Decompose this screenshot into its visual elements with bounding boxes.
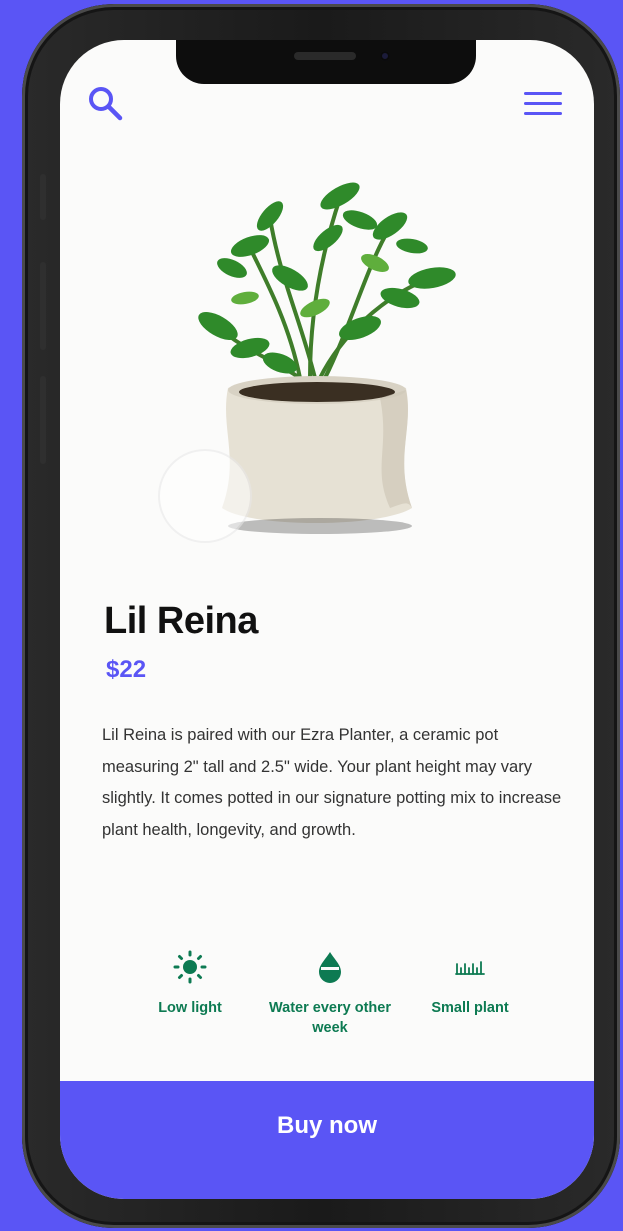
feature-light: Low light (120, 950, 260, 1038)
product-description: Lil Reina is paired with our Ezra Plante… (102, 726, 562, 839)
phone-volume-down (40, 376, 46, 464)
search-button[interactable] (86, 84, 126, 124)
plant-size-icon (455, 961, 485, 975)
speaker-grille (294, 52, 356, 60)
app-screen: Lil Reina $22 Lil Reina is paired with o… (60, 40, 594, 1199)
feature-water: Water every other week (260, 950, 400, 1038)
product-image (158, 182, 456, 543)
product-title: Lil Reina (104, 600, 258, 642)
phone-notch (176, 40, 476, 84)
hamburger-menu-icon (524, 92, 562, 115)
feature-size: Small plant (400, 950, 540, 1038)
feature-light-label: Low light (158, 1000, 222, 1016)
feature-size-label: Small plant (431, 1000, 509, 1016)
sun-icon (173, 950, 207, 984)
menu-button[interactable] (524, 92, 562, 122)
front-camera (380, 51, 390, 61)
search-icon (89, 87, 123, 121)
phone-mute-switch (40, 174, 46, 220)
water-drop-icon (319, 952, 341, 983)
care-features: Low light Water every other week Small p… (120, 950, 540, 1038)
buy-now-button[interactable]: Buy now (60, 1081, 594, 1199)
stage: Lil Reina $22 Lil Reina is paired with o… (0, 0, 623, 1231)
phone-volume-up (40, 262, 46, 350)
product-price: $22 (106, 656, 147, 683)
feature-water-label: Water every other week (269, 1000, 391, 1036)
